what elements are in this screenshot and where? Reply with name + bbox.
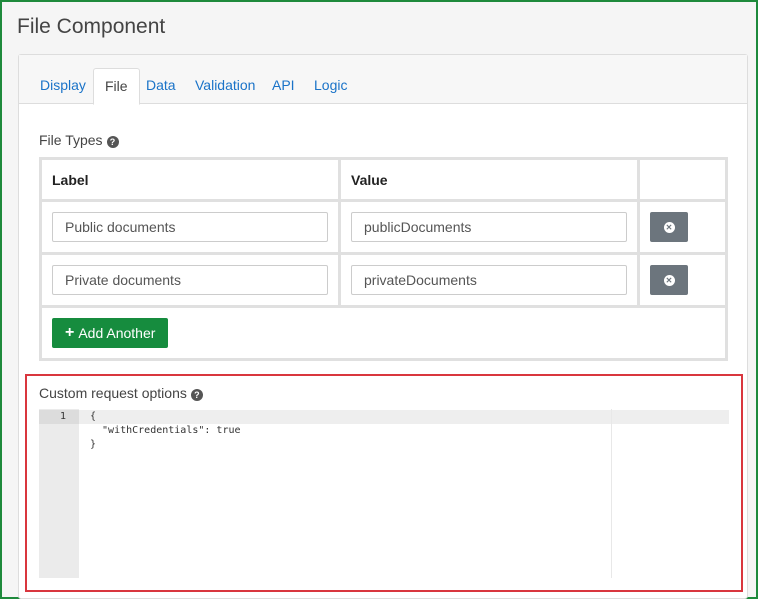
add-another-button[interactable]: + Add Another <box>52 318 169 348</box>
label-input[interactable] <box>52 212 328 242</box>
label-input[interactable] <box>52 265 328 295</box>
table-footer-row: + Add Another <box>39 305 728 361</box>
table-row: ✕ <box>39 252 728 308</box>
times-circle-icon: ✕ <box>663 221 675 233</box>
value-cell <box>338 199 640 255</box>
tab-display[interactable]: Display <box>29 68 97 104</box>
tab-logic[interactable]: Logic <box>303 68 358 104</box>
remove-row-button[interactable]: ✕ <box>650 265 688 295</box>
print-margin <box>611 409 612 578</box>
add-cell: + Add Another <box>39 305 728 361</box>
tab-file[interactable]: File <box>93 68 140 105</box>
action-cell: ✕ <box>637 199 728 255</box>
file-types-label: File Types? <box>39 132 119 148</box>
column-header-label: Label <box>39 157 341 202</box>
code-content[interactable]: { "withCredentials": true } <box>90 410 241 452</box>
code-editor[interactable]: 1 { "withCredentials": true } <box>39 409 729 578</box>
line-number: 1 <box>39 410 79 424</box>
tab-data[interactable]: Data <box>135 68 187 104</box>
table-row: ✕ <box>39 199 728 255</box>
value-cell <box>338 252 640 308</box>
column-header-actions <box>637 157 728 202</box>
page-title: File Component <box>17 15 166 38</box>
tab-validation[interactable]: Validation <box>184 68 266 104</box>
file-types-label-text: File Types <box>39 132 103 148</box>
question-circle-icon[interactable]: ? <box>106 136 119 148</box>
table-header-row: Label Value <box>39 157 728 202</box>
custom-request-label: Custom request options? <box>39 385 203 401</box>
editor-gutter: 1 <box>39 409 79 578</box>
times-circle-icon: ✕ <box>663 274 675 286</box>
plus-icon: + <box>65 324 75 341</box>
tab-api[interactable]: API <box>261 68 306 104</box>
remove-row-button[interactable]: ✕ <box>650 212 688 242</box>
file-types-table: Label Value ✕ ✕ +Add Another <box>39 157 728 361</box>
add-another-label: Add Another <box>78 325 156 341</box>
column-header-value: Value <box>338 157 640 202</box>
question-circle-icon[interactable]: ? <box>190 389 203 401</box>
tab-bar: Display File Data Validation API Logic <box>19 55 747 105</box>
label-cell <box>39 252 341 308</box>
component-panel: Display File Data Validation API Logic F… <box>18 54 748 599</box>
window-frame: File Component Display File Data Validat… <box>0 0 758 599</box>
action-cell: ✕ <box>637 252 728 308</box>
value-input[interactable] <box>351 212 627 242</box>
label-cell <box>39 199 341 255</box>
custom-request-label-text: Custom request options <box>39 385 187 401</box>
value-input[interactable] <box>351 265 627 295</box>
